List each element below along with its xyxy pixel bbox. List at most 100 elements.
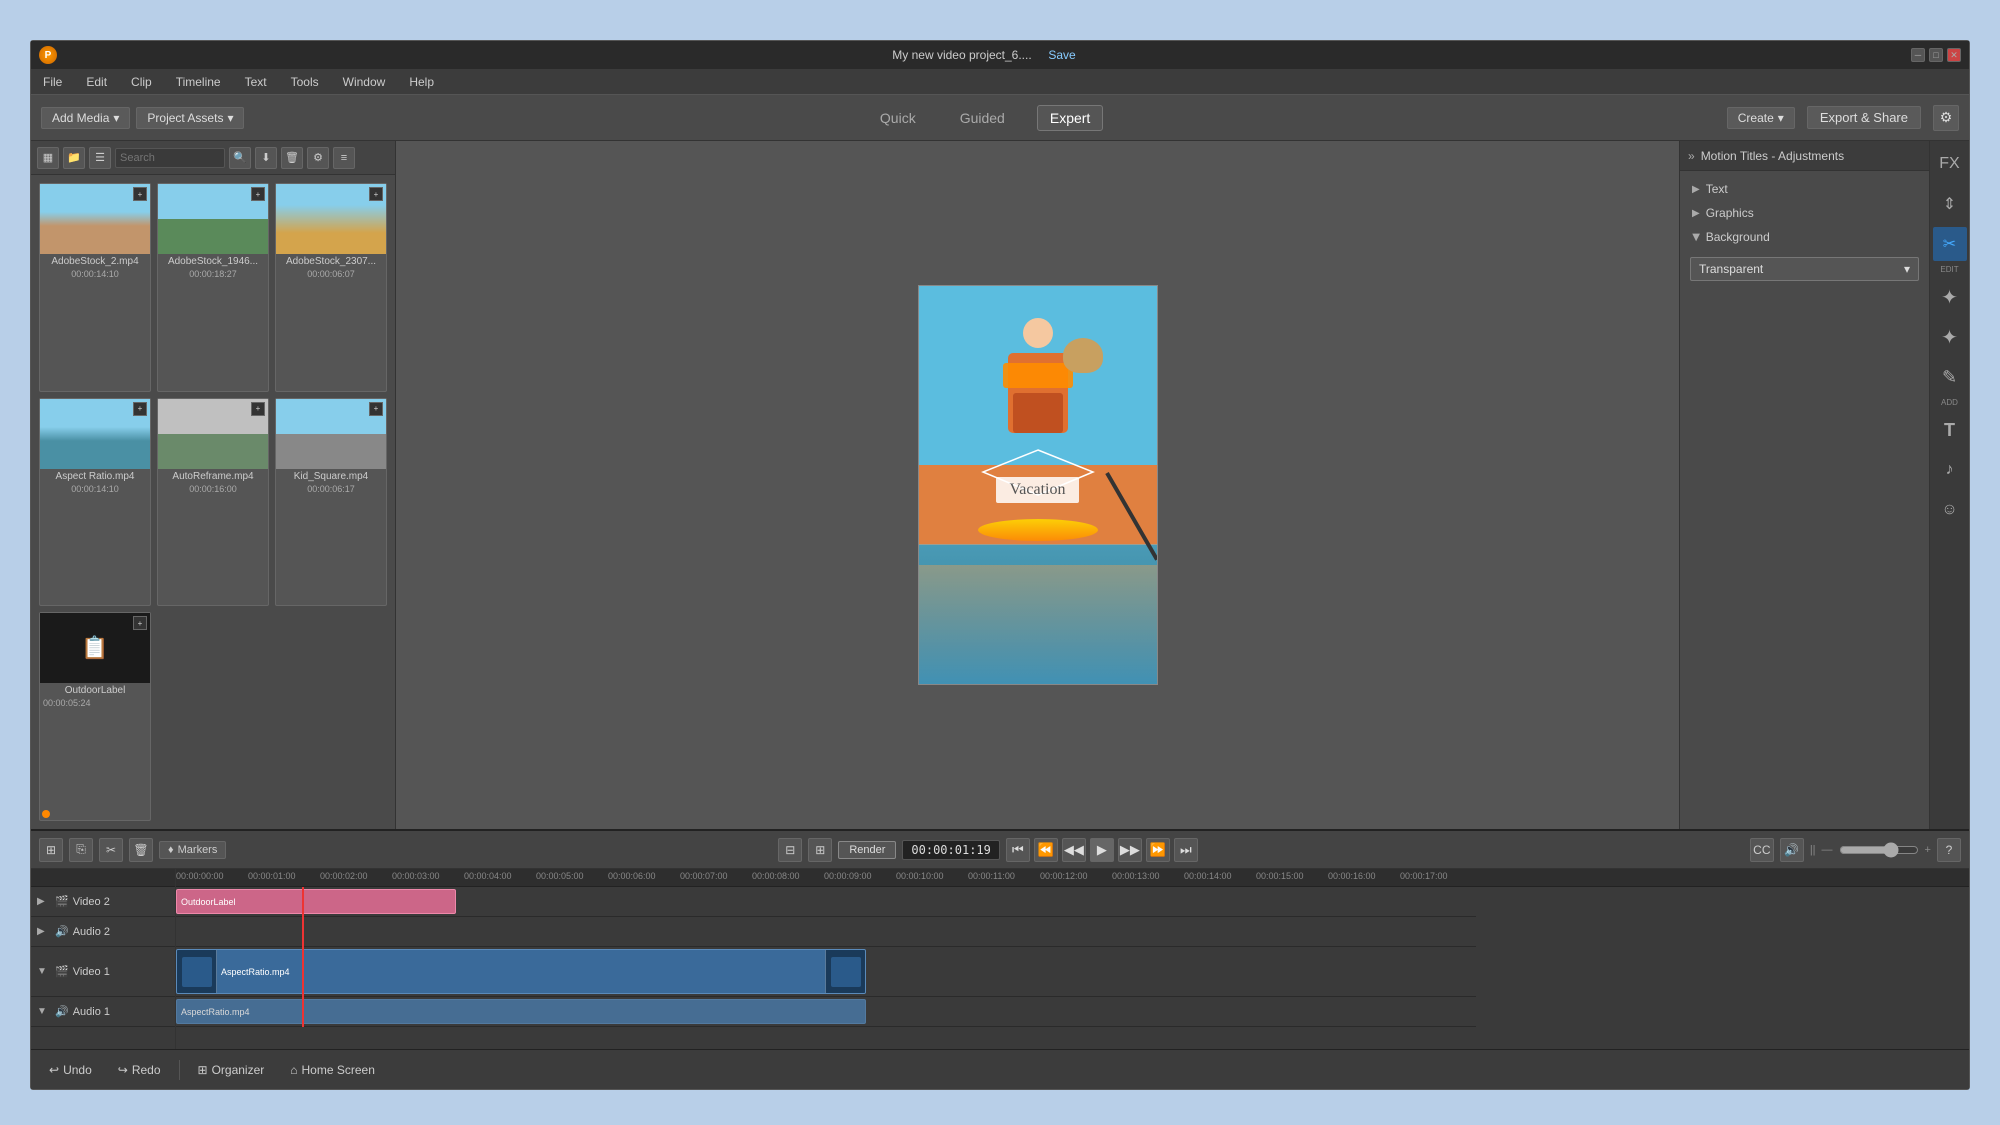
- menu-edit[interactable]: Edit: [82, 73, 111, 91]
- mode-expert-button[interactable]: Expert: [1037, 105, 1103, 131]
- text-icon-button[interactable]: T: [1933, 413, 1967, 447]
- menu-tools[interactable]: Tools: [287, 73, 323, 91]
- media-badge: +: [133, 616, 147, 630]
- track-expand-video1[interactable]: ▼: [37, 966, 51, 977]
- panel-icon-settings[interactable]: ⚙: [307, 147, 329, 169]
- panel-icon-view[interactable]: ☰: [89, 147, 111, 169]
- undo-button[interactable]: ↩ Undo: [41, 1059, 100, 1081]
- add-icon-button[interactable]: ✎: [1933, 360, 1967, 394]
- rewind-button[interactable]: ◀◀: [1062, 838, 1086, 862]
- media-item[interactable]: + AdobeStock_2307... 00:00:06:07: [275, 183, 387, 392]
- timeline-icon-scissors[interactable]: ✂: [99, 838, 123, 862]
- panel-icon-download[interactable]: ⬇: [255, 147, 277, 169]
- home-screen-button[interactable]: ⌂ Home Screen: [282, 1059, 383, 1081]
- menu-file[interactable]: File: [39, 73, 66, 91]
- bottom-bar: ↩ Undo ↪ Redo ⊞ Organizer ⌂ Home Screen: [31, 1049, 1969, 1089]
- skip-to-start-button[interactable]: ⏮: [1006, 838, 1030, 862]
- color-icon-button[interactable]: ✦: [1933, 320, 1967, 354]
- media-item[interactable]: + AutoReframe.mp4 00:00:16:00: [157, 398, 269, 607]
- track-expand-video2[interactable]: ▶: [37, 896, 51, 907]
- share-icon-button[interactable]: ☺: [1933, 493, 1967, 527]
- track-row-video2[interactable]: OutdoorLabel: [176, 887, 1476, 917]
- minimize-button[interactable]: ─: [1911, 48, 1925, 62]
- video-preview[interactable]: Vacation: [918, 285, 1158, 685]
- video-title-overlay: Vacation: [996, 477, 1080, 503]
- media-item-duration: 00:00:06:07: [276, 269, 386, 282]
- menu-text[interactable]: Text: [241, 73, 271, 91]
- audio-icon-button[interactable]: ♪: [1933, 453, 1967, 487]
- render-button[interactable]: Render: [838, 841, 896, 859]
- timeline-icon-copy[interactable]: ⎘: [69, 838, 93, 862]
- organizer-button[interactable]: ⊞ Organizer: [190, 1059, 273, 1081]
- track-row-audio1[interactable]: AspectRatio.mp4: [176, 997, 1476, 1027]
- timeline-icon-help[interactable]: ?: [1937, 838, 1961, 862]
- menu-clip[interactable]: Clip: [127, 73, 156, 91]
- step-forward-button[interactable]: ▶▶: [1118, 838, 1142, 862]
- close-button[interactable]: ✕: [1947, 48, 1961, 62]
- motion-section-graphics[interactable]: ▶ Graphics: [1680, 201, 1929, 225]
- edit-icon-button[interactable]: ✂: [1933, 227, 1967, 261]
- left-panel: ▦ 📁 ☰ 🔍 ⬇ 🗑 ⚙ ≡ + AdobeStock_2.mp4 00:00…: [31, 141, 396, 829]
- timeline-icon-delete[interactable]: 🗑: [129, 838, 153, 862]
- panel-icon-delete[interactable]: 🗑: [281, 147, 303, 169]
- step-back-button[interactable]: ⏪: [1034, 838, 1058, 862]
- maximize-button[interactable]: □: [1929, 48, 1943, 62]
- create-button[interactable]: Create ▾: [1727, 107, 1795, 129]
- redo-icon: ↪: [118, 1063, 128, 1077]
- search-icon[interactable]: 🔍: [229, 147, 251, 169]
- track-timeline[interactable]: 00:00:00:00 00:00:01:00 00:00:02:00 00:0…: [176, 869, 1969, 1049]
- track-label-audio2: ▶ 🔊 Audio 2: [31, 917, 175, 947]
- motion-section-background[interactable]: ▶ Background: [1680, 225, 1929, 249]
- expand-icon: ▶: [1692, 184, 1700, 195]
- export-share-button[interactable]: Export & Share: [1807, 106, 1921, 129]
- media-item-label: AdobeStock_2.mp4: [40, 254, 150, 269]
- media-item[interactable]: + AdobeStock_1946... 00:00:18:27: [157, 183, 269, 392]
- timeline-track-adjust[interactable]: ⊟: [778, 838, 802, 862]
- collapse-panel-button[interactable]: »: [1688, 149, 1695, 163]
- media-grid: + AdobeStock_2.mp4 00:00:14:10 + AdobeSt…: [31, 175, 395, 829]
- timeline-track-adjust2[interactable]: ⊞: [808, 838, 832, 862]
- timeline-icon-subtitles[interactable]: CC: [1750, 838, 1774, 862]
- timeline-icon-audio[interactable]: 🔊: [1780, 838, 1804, 862]
- track-expand-audio1[interactable]: ▼: [37, 1006, 51, 1017]
- status-dot: [42, 810, 50, 818]
- background-dropdown[interactable]: Transparent ▾: [1690, 257, 1919, 281]
- fast-forward-button[interactable]: ⏩: [1146, 838, 1170, 862]
- redo-button[interactable]: ↪ Redo: [110, 1059, 169, 1081]
- clip-video1[interactable]: AspectRatio.mp4: [176, 949, 866, 994]
- media-item-label: OutdoorLabel: [40, 683, 150, 698]
- video-background: Vacation: [919, 286, 1157, 684]
- timeline-icon-grid[interactable]: ⊞: [39, 838, 63, 862]
- skip-to-end-button[interactable]: ⏭: [1174, 838, 1198, 862]
- save-button[interactable]: Save: [1048, 48, 1075, 62]
- track-row-video1[interactable]: AspectRatio.mp4: [176, 947, 1476, 997]
- time-ruler: 00:00:00:00 00:00:01:00 00:00:02:00 00:0…: [176, 869, 1969, 887]
- media-item[interactable]: + AdobeStock_2.mp4 00:00:14:10: [39, 183, 151, 392]
- panel-icon-more[interactable]: ≡: [333, 147, 355, 169]
- panel-icon-grid[interactable]: ▦: [37, 147, 59, 169]
- zoom-slider[interactable]: [1839, 842, 1919, 858]
- search-input[interactable]: [115, 148, 225, 168]
- settings-button[interactable]: ⚙: [1933, 105, 1959, 131]
- track-expand-audio2[interactable]: ▶: [37, 926, 51, 937]
- media-item[interactable]: + Kid_Square.mp4 00:00:06:17: [275, 398, 387, 607]
- effects-icon-button[interactable]: ✦: [1933, 280, 1967, 314]
- media-item[interactable]: + 📋 OutdoorLabel 00:00:05:24: [39, 612, 151, 821]
- clip-video2[interactable]: OutdoorLabel: [176, 889, 456, 914]
- clip-audio1[interactable]: AspectRatio.mp4: [176, 999, 866, 1024]
- menu-window[interactable]: Window: [339, 73, 390, 91]
- track-row-audio2[interactable]: [176, 917, 1476, 947]
- project-assets-button[interactable]: Project Assets ▾: [136, 107, 244, 129]
- menu-timeline[interactable]: Timeline: [172, 73, 225, 91]
- motion-section-text[interactable]: ▶ Text: [1680, 177, 1929, 201]
- adjust-icon-button[interactable]: ⇕: [1933, 187, 1967, 221]
- add-media-button[interactable]: Add Media ▾: [41, 107, 130, 129]
- mode-quick-button[interactable]: Quick: [868, 106, 928, 130]
- mode-guided-button[interactable]: Guided: [948, 106, 1017, 130]
- panel-icon-folder[interactable]: 📁: [63, 147, 85, 169]
- menu-help[interactable]: Help: [405, 73, 438, 91]
- fx-icon-button[interactable]: FX: [1933, 147, 1967, 181]
- markers-button[interactable]: ♦ Markers: [159, 841, 226, 859]
- media-item[interactable]: + Aspect Ratio.mp4 00:00:14:10: [39, 398, 151, 607]
- play-button[interactable]: ▶: [1090, 838, 1114, 862]
